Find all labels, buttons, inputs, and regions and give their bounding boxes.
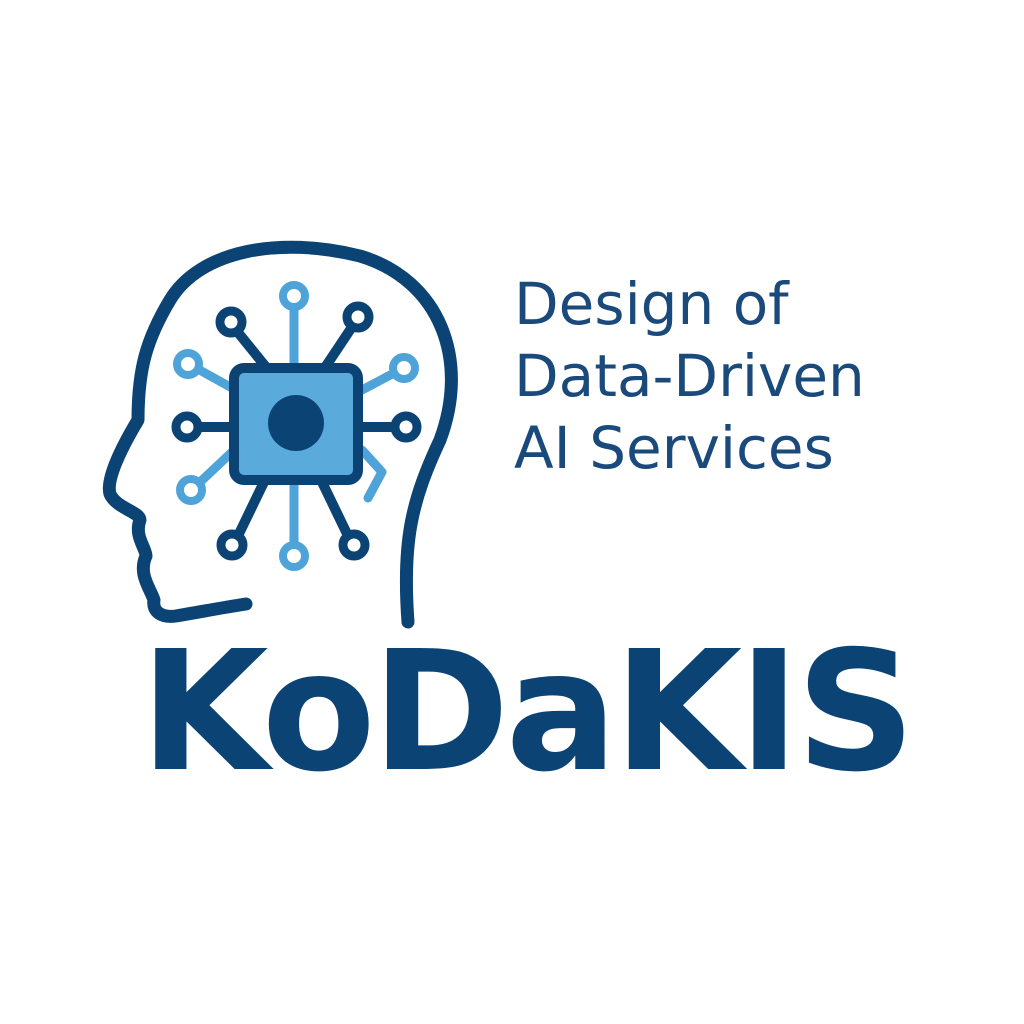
node-left xyxy=(171,411,203,443)
node-bottom-left xyxy=(216,529,248,561)
head-with-circuit-chip-icon xyxy=(102,240,458,629)
chip-core xyxy=(268,395,324,451)
tagline-line-2: Data-Driven xyxy=(514,342,865,410)
trace-bottom-right xyxy=(317,477,355,545)
node-lower-left xyxy=(176,475,206,505)
tagline-line-3: AI Services xyxy=(514,414,834,482)
tagline-line-1: Design of xyxy=(514,270,789,338)
node-top-left xyxy=(215,306,247,338)
node-upper-left xyxy=(173,349,203,379)
node-bottom-right xyxy=(338,529,370,561)
wordmark: KoDaKIS xyxy=(140,616,916,809)
trace-lower-right xyxy=(357,445,387,503)
node-upper-right xyxy=(389,353,419,383)
node-top xyxy=(279,281,309,311)
logo-canvas: Design of Data-Driven AI Services KoDaKI… xyxy=(0,0,1024,1024)
trace-lower-left xyxy=(193,447,237,489)
node-right xyxy=(390,411,422,443)
node-bottom xyxy=(279,541,309,571)
tagline: Design of Data-Driven AI Services xyxy=(514,268,865,484)
trace-bottom-left xyxy=(231,477,269,545)
trace-upper-left xyxy=(191,363,237,393)
node-top-right xyxy=(342,301,374,333)
